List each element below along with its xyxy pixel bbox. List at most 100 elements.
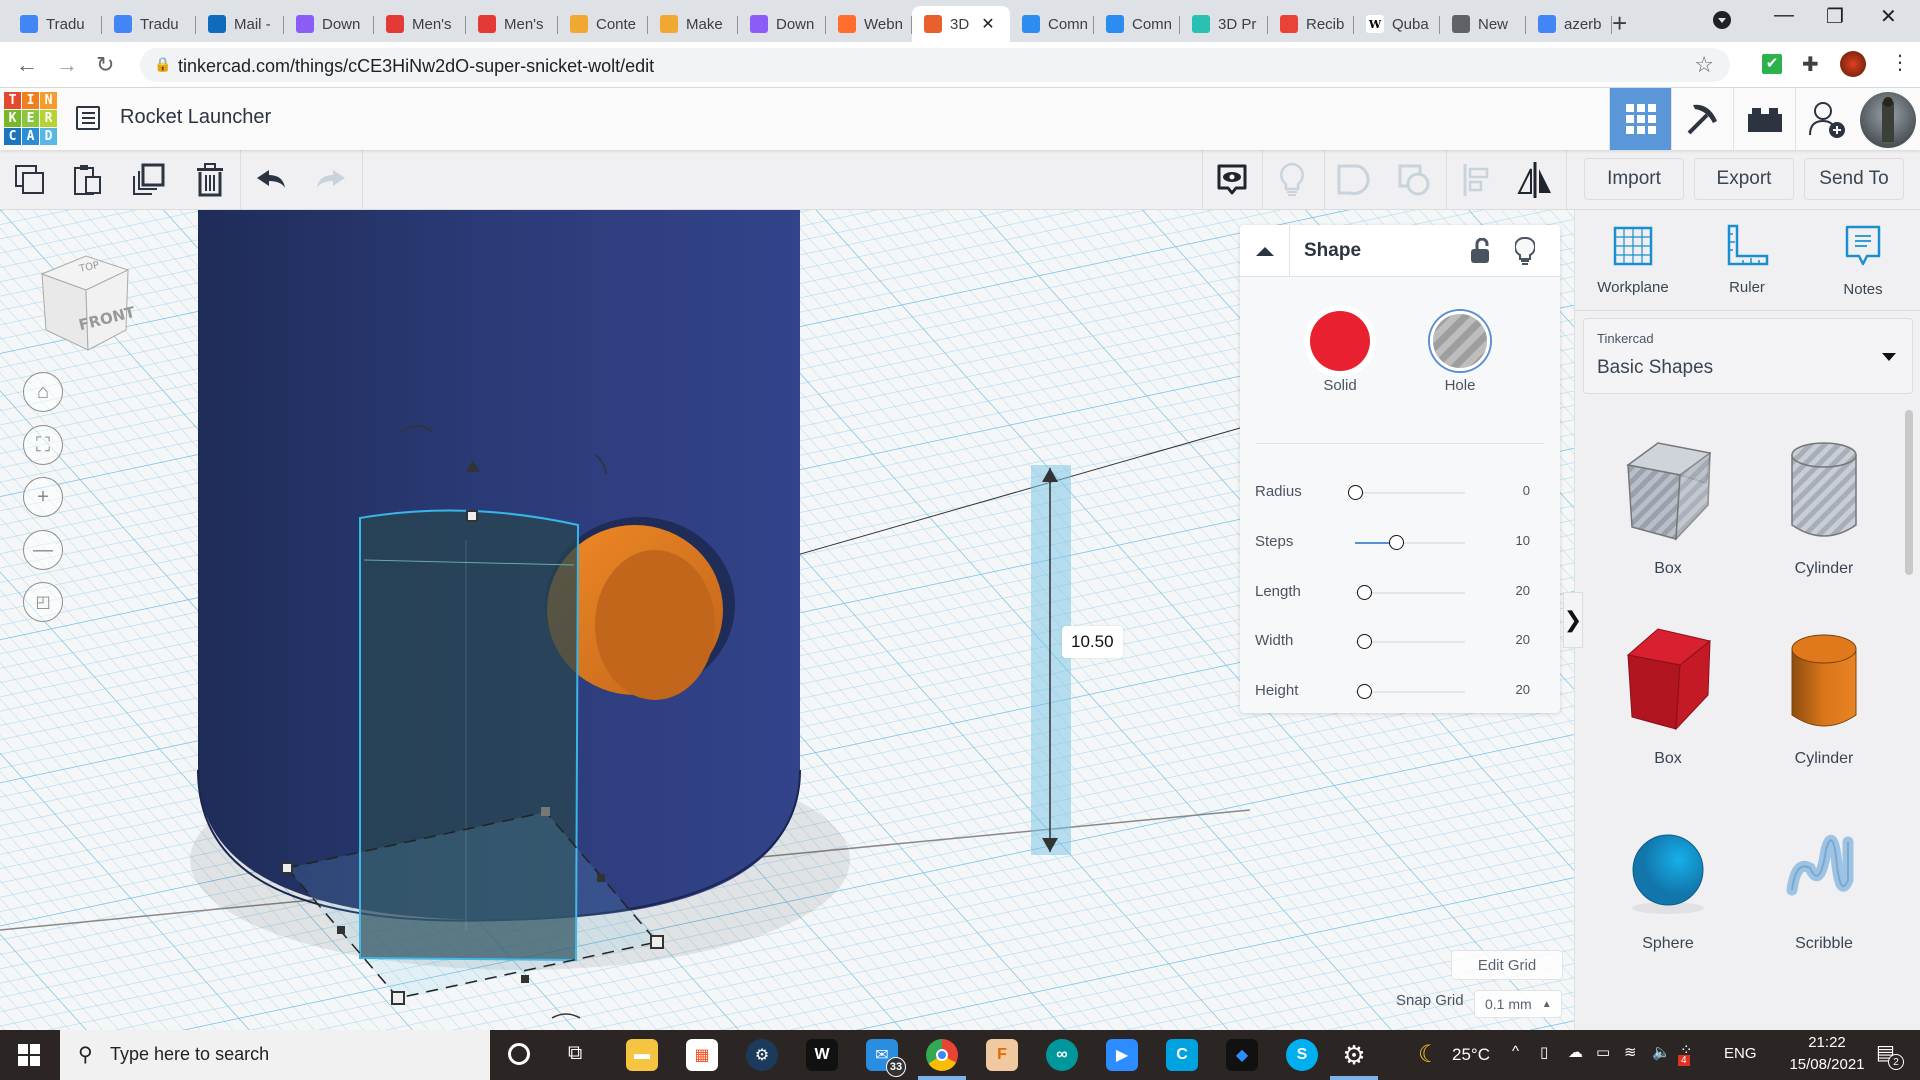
new-tab-button[interactable]: +: [1612, 8, 1627, 39]
shape-scribble[interactable]: Scribble: [1749, 820, 1899, 953]
param-slider-knob[interactable]: [1356, 634, 1372, 649]
paste-button[interactable]: [70, 162, 106, 198]
start-button[interactable]: [18, 1044, 40, 1071]
dimension-value-field[interactable]: 10.50: [1062, 626, 1123, 658]
workplane-tool[interactable]: Workplane: [1583, 224, 1683, 296]
param-slider-track[interactable]: [1355, 492, 1465, 494]
blocks-view-button[interactable]: [1671, 88, 1733, 150]
3d-view-button[interactable]: [1609, 88, 1671, 150]
browser-tab[interactable]: Comn: [1094, 6, 1180, 42]
browser-tab[interactable]: Down: [284, 6, 374, 42]
cortana-icon[interactable]: [508, 1043, 530, 1065]
steam-icon[interactable]: ⚙: [746, 1039, 778, 1071]
checkmark-extension-icon[interactable]: ✔: [1762, 54, 1782, 74]
hide-shape-button[interactable]: [1514, 236, 1536, 270]
hole-button[interactable]: [1430, 311, 1490, 371]
bookmark-star-icon[interactable]: ☆: [1694, 52, 1714, 78]
microsoft-store-icon[interactable]: ▦: [686, 1039, 718, 1071]
browser-tab[interactable]: Make: [648, 6, 738, 42]
send-to-button[interactable]: Send To: [1804, 158, 1904, 200]
tinkercad-logo[interactable]: TIN KER CAD: [4, 92, 57, 145]
snap-grid-select[interactable]: 0.1 mm ▲: [1474, 990, 1562, 1018]
ungroup-button[interactable]: [1396, 162, 1432, 198]
close-window-button[interactable]: ✕: [1880, 4, 1897, 29]
duplicate-button[interactable]: [130, 162, 166, 198]
browser-tab[interactable]: Men's: [374, 6, 466, 42]
weather-temperature[interactable]: 25°C: [1452, 1045, 1490, 1065]
param-slider-knob[interactable]: [1388, 535, 1404, 550]
param-value[interactable]: 0: [1523, 483, 1530, 498]
close-tab-icon[interactable]: ✕: [981, 14, 994, 34]
browser-tab[interactable]: Tradu: [102, 6, 196, 42]
restore-button[interactable]: ❐: [1826, 4, 1844, 29]
task-view-icon[interactable]: ⧉: [568, 1042, 582, 1065]
chrome-taskbar-icon[interactable]: [926, 1039, 958, 1071]
browser-tab[interactable]: Down: [738, 6, 826, 42]
browser-tab[interactable]: azerb: [1526, 6, 1612, 42]
shapes-scrollbar[interactable]: [1905, 410, 1913, 575]
language-indicator[interactable]: ENG: [1724, 1045, 1757, 1062]
export-button[interactable]: Export: [1694, 158, 1794, 200]
home-view-button[interactable]: ⌂: [23, 372, 63, 412]
browser-tab[interactable]: Tradu: [8, 6, 102, 42]
url-field[interactable]: 🔒 tinkercad.com/things/cCE3HiNw2dO-super…: [140, 48, 1730, 82]
shape-hole-box[interactable]: Box: [1593, 435, 1743, 578]
browser-tab[interactable]: Conte: [558, 6, 648, 42]
mail-icon[interactable]: ✉ 33: [866, 1039, 906, 1077]
show-hidden-icons-button[interactable]: ^: [1512, 1043, 1519, 1060]
shape-sphere[interactable]: Sphere: [1593, 820, 1743, 953]
zoom-icon[interactable]: ▶: [1106, 1039, 1138, 1071]
param-value[interactable]: 20: [1516, 682, 1530, 697]
project-title[interactable]: Rocket Launcher: [120, 106, 271, 129]
cura-icon[interactable]: C: [1166, 1039, 1198, 1071]
browser-tab[interactable]: 3D Pr: [1180, 6, 1268, 42]
onedrive-cloud-icon[interactable]: ☁: [1568, 1043, 1583, 1061]
shape-library-select[interactable]: Tinkercad Basic Shapes: [1583, 318, 1913, 394]
reload-button[interactable]: ↻: [96, 52, 114, 78]
lock-button[interactable]: [1470, 237, 1490, 269]
skype-icon[interactable]: S: [1286, 1039, 1318, 1071]
zoom-in-button[interactable]: +: [23, 477, 63, 517]
redo-button[interactable]: [312, 162, 348, 198]
browser-tab[interactable]: Recib: [1268, 6, 1354, 42]
perspective-toggle-button[interactable]: ◰: [23, 582, 63, 622]
predator-sense-icon[interactable]: W: [806, 1039, 838, 1071]
shape-cylinder[interactable]: Cylinder: [1749, 625, 1899, 768]
align-button[interactable]: [1458, 162, 1494, 198]
mirror-button[interactable]: [1516, 162, 1552, 198]
group-button[interactable]: [1335, 162, 1371, 198]
clock-date[interactable]: 15/08/2021: [1782, 1056, 1872, 1073]
browser-tab[interactable]: 3D ✕: [912, 6, 1010, 42]
copy-button[interactable]: [12, 162, 48, 198]
zoom-out-button[interactable]: —: [23, 530, 63, 570]
ruler-tool[interactable]: Ruler: [1697, 224, 1797, 296]
chrome-menu-icon[interactable]: ⋮: [1890, 50, 1910, 75]
weather-moon-icon[interactable]: ☾: [1418, 1040, 1440, 1069]
expand-panel-button[interactable]: ❯: [1563, 592, 1583, 648]
browser-tab[interactable]: Mail -: [196, 6, 284, 42]
browser-tab[interactable]: New: [1440, 6, 1526, 42]
user-avatar[interactable]: [1860, 92, 1916, 148]
back-button[interactable]: ←: [16, 52, 38, 78]
browser-tab[interactable]: Comn: [1010, 6, 1094, 42]
undo-button[interactable]: [254, 162, 290, 198]
battery-icon[interactable]: ▭: [1596, 1043, 1610, 1061]
extensions-puzzle-icon[interactable]: ✚: [1802, 52, 1819, 77]
notes-tool[interactable]: Notes: [1813, 224, 1913, 298]
notification-center-icon[interactable]: ▤ 2: [1876, 1040, 1904, 1070]
param-value[interactable]: 10: [1516, 533, 1530, 548]
shape-hole-cylinder[interactable]: Cylinder: [1749, 435, 1899, 578]
param-slider-knob[interactable]: [1356, 585, 1372, 600]
hide-button[interactable]: [1274, 162, 1310, 198]
edit-grid-button[interactable]: Edit Grid: [1451, 950, 1563, 980]
file-explorer-icon[interactable]: ▬: [626, 1039, 658, 1071]
browser-tab[interactable]: Men's: [466, 6, 558, 42]
app-tray-icon[interactable]: ⁘ 4: [1678, 1041, 1693, 1066]
tab-search-icon[interactable]: [1712, 10, 1732, 36]
forward-button[interactable]: →: [56, 52, 78, 78]
shape-box[interactable]: Box: [1593, 625, 1743, 768]
browser-tab[interactable]: Webn: [826, 6, 912, 42]
import-button[interactable]: Import: [1584, 158, 1684, 200]
device-icon[interactable]: ▯: [1540, 1043, 1548, 1061]
delete-button[interactable]: [192, 162, 228, 198]
